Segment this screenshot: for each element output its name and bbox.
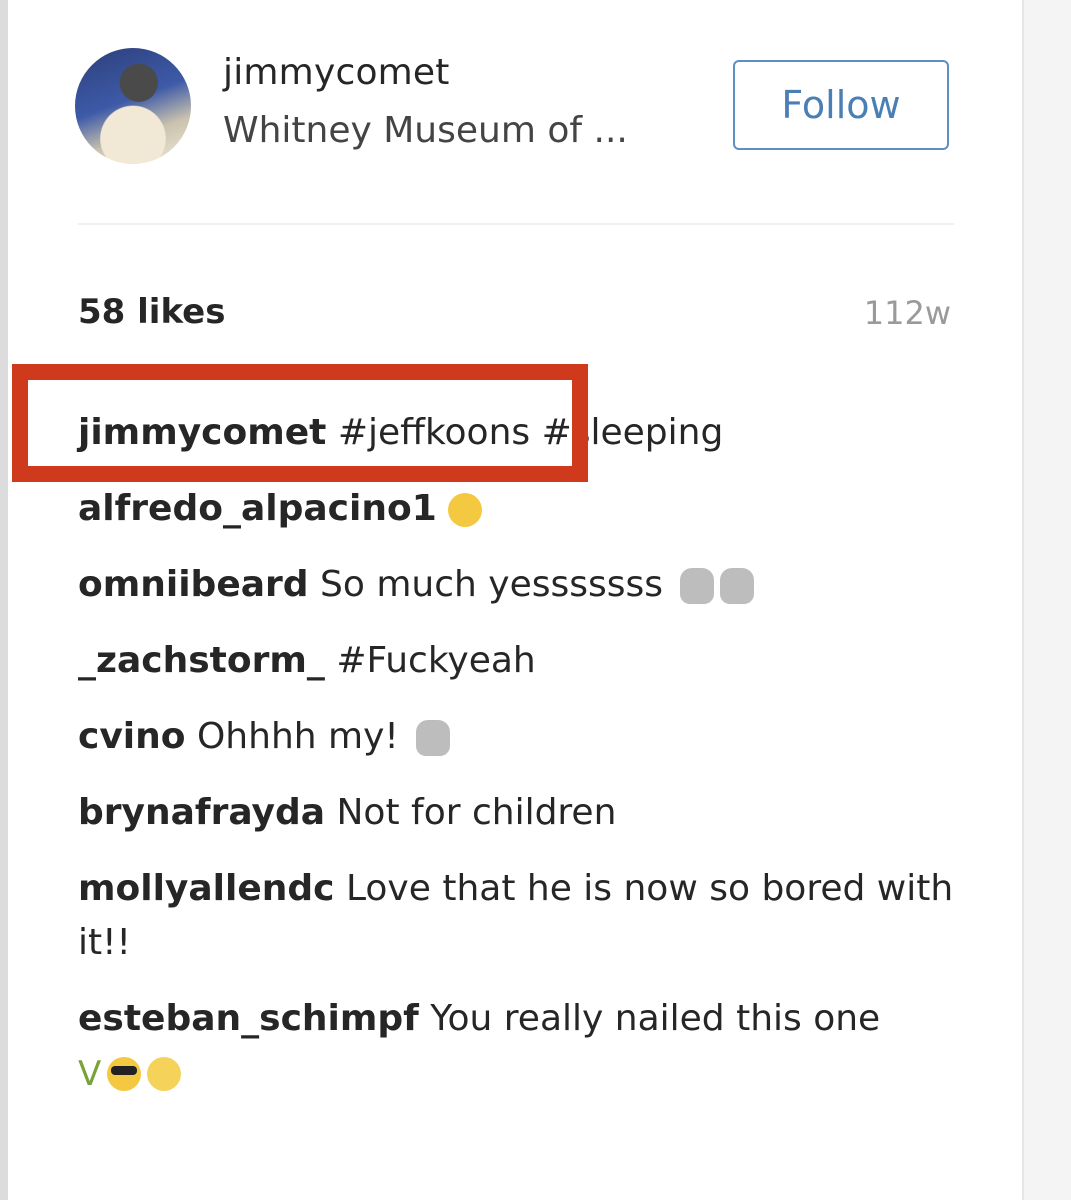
cool-face-icon (107, 1057, 142, 1091)
comment-text: So much yesssssss (320, 564, 664, 605)
comment-username[interactable]: _zachstorm_ (78, 640, 325, 681)
header-username[interactable]: jimmycomet (223, 52, 450, 93)
comment-username[interactable]: cvino (78, 716, 186, 757)
comment-username[interactable]: brynafrayda (78, 792, 325, 833)
comment-username[interactable]: omniibeard (78, 564, 309, 605)
comment-username[interactable]: mollyallendc (78, 868, 335, 909)
comment-username[interactable]: jimmycomet (78, 412, 326, 453)
post-header: jimmycomet Whitney Museum of ... Follow (75, 46, 955, 166)
right-panel-edge (1022, 0, 1071, 1200)
ok-hand-icon (416, 720, 451, 756)
comment-text[interactable]: #Fuckyeah (336, 640, 535, 681)
comment-item: jimmycomet #jeffkoons #sleeping (78, 406, 958, 460)
comment-item: esteban_schimpf You really nailed this o… (78, 992, 958, 1101)
comment-text: Ohhhh my! (196, 716, 399, 757)
comment-item: alfredo_alpacino1 (78, 482, 958, 536)
comment-item: _zachstorm_ #Fuckyeah (78, 634, 958, 688)
avatar[interactable] (75, 48, 191, 164)
follow-button[interactable]: Follow (733, 60, 949, 150)
raised-hand-icon (680, 568, 715, 604)
comment-item: omniibeard So much yesssssss (78, 558, 958, 612)
comments-list: jimmycomet #jeffkoons #sleeping alfredo_… (78, 406, 958, 1123)
comment-item: brynafrayda Not for children (78, 786, 958, 840)
post-age[interactable]: 112w (864, 294, 951, 332)
comment-username[interactable]: esteban_schimpf (78, 998, 419, 1039)
comment-item: mollyallendc Love that he is now so bore… (78, 862, 958, 970)
comment-text[interactable]: #jeffkoons #sleeping (338, 412, 724, 453)
raised-hand-icon (720, 568, 755, 604)
divider (78, 223, 954, 225)
location-link[interactable]: Whitney Museum of ... (223, 110, 628, 151)
likes-count[interactable]: 58 likes (78, 292, 225, 332)
left-edge-border (0, 0, 8, 1200)
comment-text: Not for children (336, 792, 617, 833)
victory-hand-icon: V (78, 1054, 102, 1094)
smile-face-icon (147, 1057, 182, 1091)
comment-username[interactable]: alfredo_alpacino1 (78, 488, 437, 529)
comment-text: You really nailed this one (430, 998, 881, 1039)
comment-item: cvino Ohhhh my! (78, 710, 958, 764)
screaming-face-icon (448, 493, 483, 527)
